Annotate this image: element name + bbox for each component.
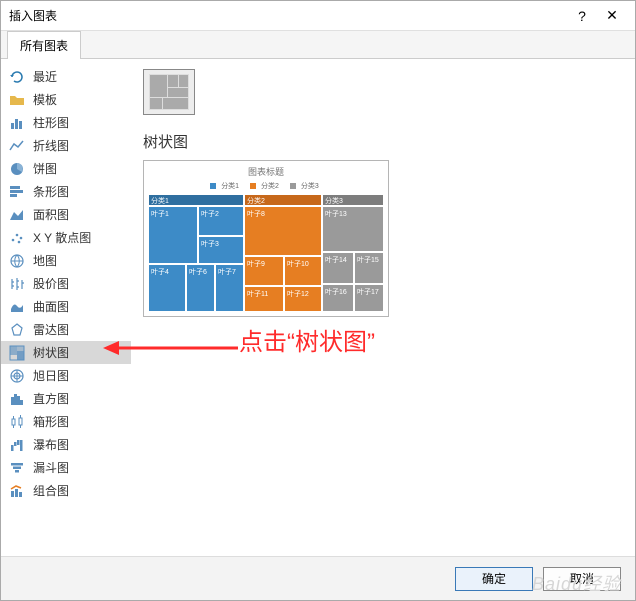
sidebar-item-label: 雷达图 bbox=[33, 321, 69, 338]
sidebar-item-label: 饼图 bbox=[33, 160, 57, 177]
sunburst-icon bbox=[9, 368, 25, 384]
dialog-title: 插入图表 bbox=[9, 7, 567, 24]
treemap-icon bbox=[9, 345, 25, 361]
chart-preview[interactable]: 图表标题 分类1 分类2 分类3 分类1 叶子1 叶子2 叶子3 叶子4 叶子6… bbox=[143, 160, 389, 317]
sidebar-item-radar[interactable]: 雷达图 bbox=[1, 318, 131, 341]
ok-button[interactable]: 确定 bbox=[455, 567, 533, 591]
sidebar-item-label: 股价图 bbox=[33, 275, 69, 292]
titlebar: 插入图表 ? ✕ bbox=[1, 1, 635, 31]
sidebar-item-label: 地图 bbox=[33, 252, 57, 269]
treemap-preview: 分类1 叶子1 叶子2 叶子3 叶子4 叶子6 叶子7 分类2 叶子8 叶子9 … bbox=[148, 194, 384, 312]
sidebar-item-surface[interactable]: 曲面图 bbox=[1, 295, 131, 318]
funnel-icon bbox=[9, 460, 25, 476]
tm-leaf: 叶子13 bbox=[322, 206, 384, 252]
tm-leaf: 叶子15 bbox=[354, 252, 384, 284]
tm-leaf: 叶子8 bbox=[244, 206, 322, 256]
sidebar-item-label: 最近 bbox=[33, 68, 57, 85]
sidebar-item-line[interactable]: 折线图 bbox=[1, 134, 131, 157]
sidebar-item-map[interactable]: 地图 bbox=[1, 249, 131, 272]
sidebar-item-pie[interactable]: 饼图 bbox=[1, 157, 131, 180]
tm-leaf: 叶子10 bbox=[284, 256, 322, 286]
sidebar-item-scatter[interactable]: X Y 散点图 bbox=[1, 226, 131, 249]
sidebar-item-waterfall[interactable]: 瀑布图 bbox=[1, 433, 131, 456]
dialog-footer: 确定 取消 bbox=[1, 556, 635, 600]
sidebar-item-label: 树状图 bbox=[33, 344, 69, 361]
tm-leaf: 叶子2 bbox=[198, 206, 244, 236]
help-button[interactable]: ? bbox=[567, 1, 597, 31]
close-button[interactable]: ✕ bbox=[597, 1, 627, 31]
sidebar-item-label: 柱形图 bbox=[33, 114, 69, 131]
chart-heading: 树状图 bbox=[143, 131, 623, 152]
tm-leaf: 叶子3 bbox=[198, 236, 244, 264]
tm-cat-header: 分类3 bbox=[322, 194, 384, 206]
tm-leaf: 叶子12 bbox=[284, 286, 322, 312]
surface-chart-icon bbox=[9, 299, 25, 315]
dialog-body: 最近 模板 柱形图 折线图 饼图 条形图 bbox=[1, 59, 635, 557]
tm-leaf: 叶子14 bbox=[322, 252, 354, 284]
tm-leaf: 叶子1 bbox=[148, 206, 198, 264]
sidebar-item-label: X Y 散点图 bbox=[33, 229, 91, 246]
combo-chart-icon bbox=[9, 483, 25, 499]
sidebar-item-combo[interactable]: 组合图 bbox=[1, 479, 131, 502]
area-chart-icon bbox=[9, 207, 25, 223]
sidebar-item-funnel[interactable]: 漏斗图 bbox=[1, 456, 131, 479]
map-icon bbox=[9, 253, 25, 269]
insert-chart-dialog: 插入图表 ? ✕ 所有图表 最近 模板 柱形图 折线图 bbox=[0, 0, 636, 601]
sidebar-item-label: 瀑布图 bbox=[33, 436, 69, 453]
sidebar-item-label: 直方图 bbox=[33, 390, 69, 407]
subtype-treemap[interactable] bbox=[143, 69, 195, 115]
undo-icon bbox=[9, 69, 25, 85]
sidebar-item-treemap[interactable]: 树状图 bbox=[1, 341, 131, 364]
chart-type-sidebar: 最近 模板 柱形图 折线图 饼图 条形图 bbox=[1, 59, 131, 557]
preview-title: 图表标题 bbox=[148, 165, 384, 178]
sidebar-item-label: 漏斗图 bbox=[33, 459, 69, 476]
sidebar-item-label: 条形图 bbox=[33, 183, 69, 200]
tm-leaf: 叶子11 bbox=[244, 286, 284, 312]
sidebar-item-template[interactable]: 模板 bbox=[1, 88, 131, 111]
tm-leaf: 叶子6 bbox=[186, 264, 215, 312]
folder-icon bbox=[9, 92, 25, 108]
line-chart-icon bbox=[9, 138, 25, 154]
sidebar-item-recent[interactable]: 最近 bbox=[1, 65, 131, 88]
content-pane: 树状图 图表标题 分类1 分类2 分类3 分类1 叶子1 叶子2 叶子3 叶子4… bbox=[131, 59, 635, 557]
annotation-text: 点击“树状图” bbox=[239, 322, 375, 357]
tm-cat-header: 分类1 bbox=[148, 194, 244, 206]
tm-leaf: 叶子16 bbox=[322, 284, 354, 312]
sidebar-item-column[interactable]: 柱形图 bbox=[1, 111, 131, 134]
preview-legend: 分类1 分类2 分类3 bbox=[148, 181, 384, 191]
tabbar: 所有图表 bbox=[1, 31, 635, 59]
sidebar-item-sunburst[interactable]: 旭日图 bbox=[1, 364, 131, 387]
radar-chart-icon bbox=[9, 322, 25, 338]
sidebar-item-histogram[interactable]: 直方图 bbox=[1, 387, 131, 410]
boxplot-icon bbox=[9, 414, 25, 430]
histogram-icon bbox=[9, 391, 25, 407]
sidebar-item-label: 模板 bbox=[33, 91, 57, 108]
column-chart-icon bbox=[9, 115, 25, 131]
sidebar-item-label: 箱形图 bbox=[33, 413, 69, 430]
sidebar-item-stock[interactable]: 股价图 bbox=[1, 272, 131, 295]
tm-leaf: 叶子17 bbox=[354, 284, 384, 312]
waterfall-icon bbox=[9, 437, 25, 453]
pie-chart-icon bbox=[9, 161, 25, 177]
tm-cat-header: 分类2 bbox=[244, 194, 322, 206]
bar-chart-icon bbox=[9, 184, 25, 200]
cancel-button[interactable]: 取消 bbox=[543, 567, 621, 591]
tm-leaf: 叶子9 bbox=[244, 256, 284, 286]
sidebar-item-label: 折线图 bbox=[33, 137, 69, 154]
sidebar-item-boxplot[interactable]: 箱形图 bbox=[1, 410, 131, 433]
sidebar-item-label: 组合图 bbox=[33, 482, 69, 499]
sidebar-item-label: 曲面图 bbox=[33, 298, 69, 315]
sidebar-item-bar[interactable]: 条形图 bbox=[1, 180, 131, 203]
sidebar-item-label: 旭日图 bbox=[33, 367, 69, 384]
subtype-row bbox=[143, 69, 623, 115]
sidebar-item-label: 面积图 bbox=[33, 206, 69, 223]
scatter-chart-icon bbox=[9, 230, 25, 246]
tm-leaf: 叶子4 bbox=[148, 264, 186, 312]
stock-chart-icon bbox=[9, 276, 25, 292]
tm-leaf: 叶子7 bbox=[215, 264, 244, 312]
sidebar-item-area[interactable]: 面积图 bbox=[1, 203, 131, 226]
tab-all-charts[interactable]: 所有图表 bbox=[7, 31, 81, 59]
